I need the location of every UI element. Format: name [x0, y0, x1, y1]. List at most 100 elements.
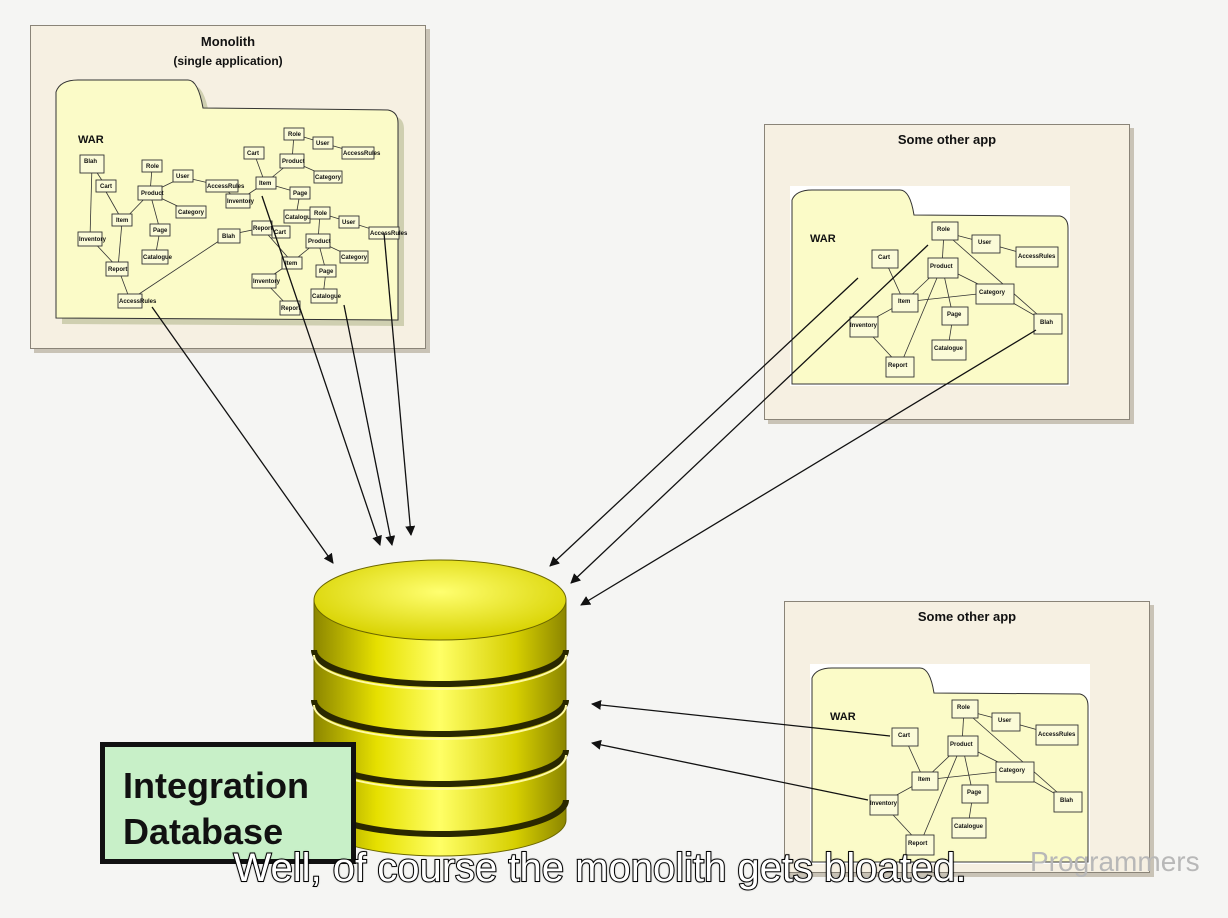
app1-node-item: Item [891, 293, 919, 313]
svg-text:Role: Role [146, 164, 160, 170]
monolith-node-inventory-3: Inventory [251, 273, 281, 289]
svg-text:User: User [176, 174, 190, 180]
svg-text:Cart: Cart [898, 733, 910, 739]
app2-node-item: Item [911, 771, 939, 791]
monolith-node-role: Role [141, 159, 163, 173]
app1-node-category: Category [975, 283, 1015, 305]
monolith-node-product-2: Product [279, 153, 305, 169]
svg-text:User: User [978, 240, 992, 246]
svg-text:Blah: Blah [1040, 320, 1053, 326]
svg-text:Report: Report [253, 226, 272, 232]
svg-text:Inventory: Inventory [870, 801, 898, 807]
monolith-node-inventory-2: Inventory [225, 193, 255, 209]
svg-text:Item: Item [918, 777, 930, 783]
app2-node-inventory: Inventory [869, 794, 899, 816]
app2-node-role: Role [951, 699, 979, 719]
app1-node-product: Product [927, 257, 959, 279]
svg-text:Catalogue: Catalogue [954, 824, 984, 830]
svg-text:Category: Category [979, 290, 1006, 296]
svg-text:Blah: Blah [1060, 798, 1073, 804]
monolith-node-page-3: Page [315, 264, 337, 278]
svg-text:Catalogue: Catalogue [143, 255, 173, 261]
monolith-node-page: Page [149, 223, 171, 237]
arrow-monolith-1 [151, 306, 334, 564]
svg-text:Inventory: Inventory [253, 279, 281, 285]
svg-text:AccessRules: AccessRules [370, 231, 408, 237]
svg-text:Product: Product [950, 742, 973, 748]
monolith-node-catalogue-3: Catalogue [310, 288, 342, 304]
app1-node-accessrules: AccessRules [1015, 246, 1059, 268]
svg-text:Report: Report [888, 363, 907, 369]
monolith-node-user-2: User [312, 136, 334, 150]
monolith-node-category: Category [175, 205, 207, 219]
svg-text:AccessRules: AccessRules [1038, 732, 1076, 738]
idb-label-line1: Integration [123, 765, 309, 806]
monolith-node-report-2: Report [251, 220, 273, 236]
svg-text:Product: Product [308, 239, 331, 245]
monolith-node-report-3: Report [279, 300, 301, 316]
monolith-node-user-3: User [338, 215, 360, 229]
svg-text:Blah: Blah [84, 159, 97, 165]
monolith-node-blah-2: Blah [217, 228, 241, 244]
app2-node-user: User [991, 712, 1021, 732]
monolith-node-page-2: Page [289, 186, 311, 200]
svg-text:Page: Page [293, 191, 308, 197]
app1-node-role: Role [931, 221, 959, 241]
svg-text:Category: Category [999, 768, 1026, 774]
app1-node-blah: Blah [1033, 313, 1063, 335]
svg-text:User: User [342, 220, 356, 226]
svg-text:Item: Item [116, 218, 128, 224]
other-app-1-war-folder: WAR [790, 186, 1070, 386]
app1-node-report: Report [885, 356, 915, 378]
svg-text:Item: Item [898, 299, 910, 305]
svg-text:Inventory: Inventory [850, 323, 878, 329]
app2-node-catalogue: Catalogue [951, 817, 987, 839]
svg-text:Cart: Cart [100, 184, 112, 190]
monolith-node-user: User [172, 169, 194, 183]
svg-text:AccessRules: AccessRules [119, 299, 157, 305]
svg-text:Page: Page [319, 269, 334, 275]
svg-text:Cart: Cart [878, 255, 890, 261]
svg-text:Inventory: Inventory [227, 199, 255, 205]
app1-node-page: Page [941, 306, 969, 326]
svg-text:Category: Category [341, 255, 368, 261]
svg-text:Catalogue: Catalogue [934, 346, 964, 352]
svg-text:Report: Report [281, 306, 300, 312]
monolith-node-blah: Blah [79, 154, 105, 174]
app1-node-cart: Cart [871, 249, 899, 269]
app2-node-page: Page [961, 784, 989, 804]
app2-node-cart: Cart [891, 727, 919, 747]
arrow-app1-2 [570, 244, 929, 584]
svg-text:Role: Role [314, 211, 328, 217]
other-app-2-war-label: WAR [830, 711, 856, 723]
monolith-node-inventory: Inventory [77, 231, 107, 247]
monolith-node-item-2: Item [255, 176, 277, 190]
monolith-node-cart-2: Cart [243, 146, 265, 160]
monolith-node-category-2: Category [313, 170, 343, 184]
other-app-1-war-label: WAR [810, 233, 836, 245]
monolith-node-cart: Cart [95, 179, 117, 193]
svg-text:Category: Category [315, 175, 342, 181]
svg-text:Item: Item [285, 261, 297, 267]
arrow-app1-1 [549, 277, 859, 567]
svg-text:Page: Page [153, 228, 168, 234]
monolith-node-product: Product [137, 185, 164, 201]
svg-text:Product: Product [282, 159, 305, 165]
svg-text:Product: Product [930, 264, 953, 270]
svg-text:Report: Report [108, 267, 127, 273]
app2-node-product: Product [947, 735, 979, 757]
monolith-node-catalogue: Catalogue [141, 249, 173, 265]
app2-node-blah: Blah [1053, 791, 1083, 813]
caption-subtitle: Well, of course the monolith gets bloate… [232, 845, 967, 891]
svg-text:Item: Item [259, 181, 271, 187]
app1-node-inventory: Inventory [849, 316, 879, 338]
app1-node-user: User [971, 234, 1001, 254]
svg-text:AccessRules: AccessRules [207, 184, 245, 190]
monolith-node-category-3: Category [339, 250, 369, 264]
monolith-node-item: Item [111, 213, 133, 227]
svg-text:Page: Page [947, 312, 962, 318]
svg-text:Role: Role [288, 132, 302, 138]
svg-text:Category: Category [178, 210, 205, 216]
app2-node-category: Category [995, 761, 1035, 783]
svg-text:Product: Product [141, 191, 164, 197]
